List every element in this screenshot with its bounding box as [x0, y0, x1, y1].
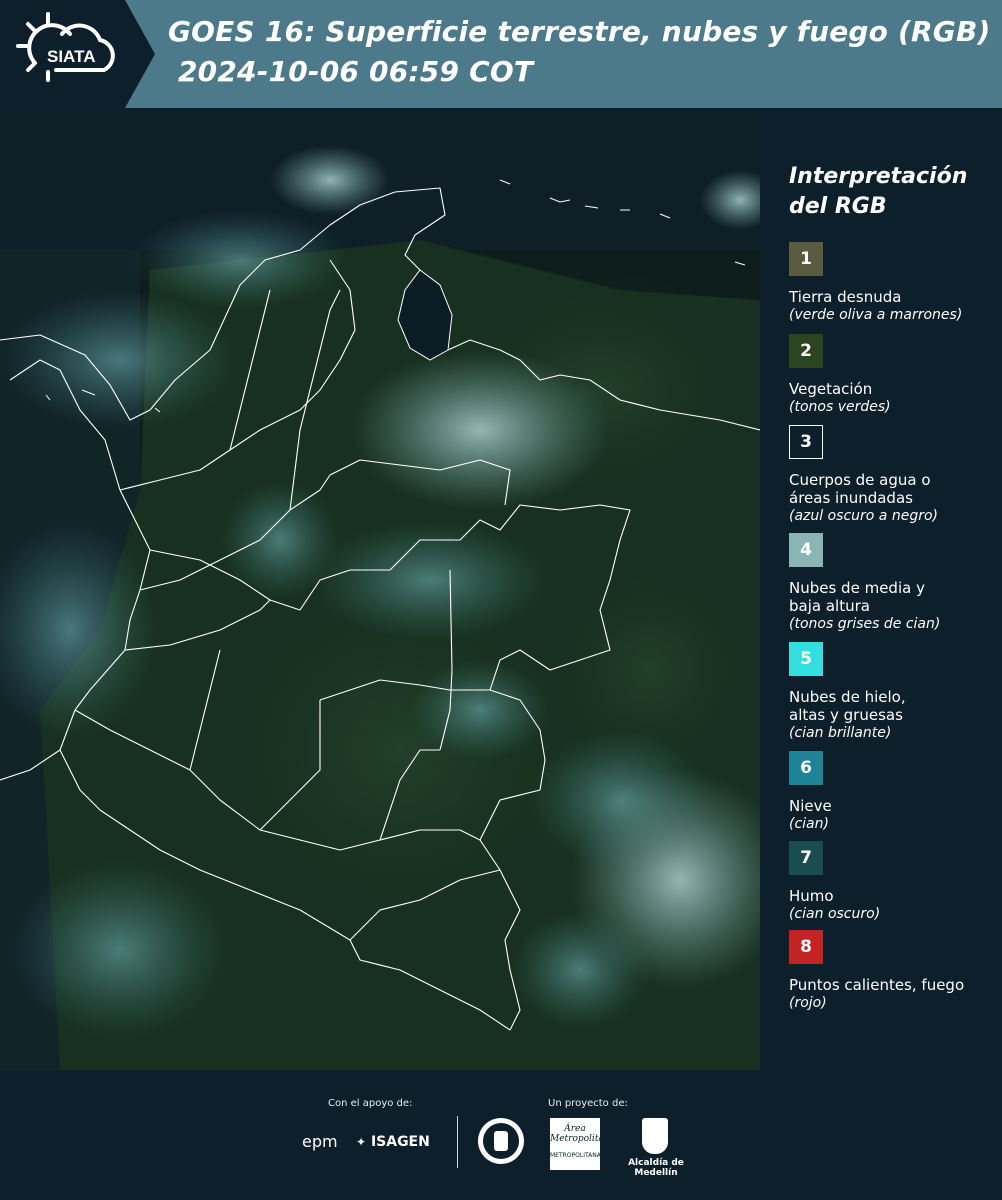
page-title: GOES 16: Superficie terrestre, nubes y f… — [168, 12, 991, 92]
legend-item-fire: 8 Puntos calientes, fuego (rojo) — [789, 930, 994, 1012]
legend-title: Interpretación del RGB — [789, 162, 967, 222]
legend-label-line: áreas inundadas — [789, 489, 913, 507]
legend-swatch: 8 — [789, 930, 823, 964]
rgb-legend: Interpretación del RGB 1 Tierra desnuda … — [762, 110, 1002, 1070]
legend-item-mid-low-clouds: 4 Nubes de media y baja altura (tonos gr… — [789, 533, 994, 633]
alcaldia-text: Alcaldía de Medellín — [628, 1158, 684, 1178]
legend-sub: (tonos verdes) — [789, 399, 891, 415]
svg-text:SIATA: SIATA — [47, 47, 95, 66]
legend-item-water: 3 Cuerpos de agua o áreas inundadas (azu… — [789, 425, 994, 525]
epm-logo: epm — [302, 1132, 338, 1151]
legend-label: Humo — [789, 887, 834, 905]
isagen-icon: ✦ — [356, 1135, 367, 1149]
legend-label: Vegetación — [789, 380, 873, 398]
alcaldia-shield-icon — [642, 1118, 668, 1154]
legend-sub: (tonos grises de cian) — [789, 616, 941, 632]
siata-logo: SIATA — [0, 0, 155, 108]
medellin-seal — [478, 1118, 524, 1164]
legend-title-line-2: del RGB — [789, 194, 887, 219]
legend-label: Cuerpos de agua o áreas inundadas — [789, 471, 994, 507]
legend-sub: (cian oscuro) — [789, 906, 881, 922]
legend-swatch: 3 — [789, 425, 823, 459]
footer-divider — [457, 1116, 458, 1168]
legend-swatch: 6 — [789, 751, 823, 785]
legend-item-bare-soil: 1 Tierra desnuda (verde oliva a marrones… — [789, 242, 994, 324]
area-logo-sub: METROPOLITANA — [550, 1152, 601, 1159]
legend-swatch: 7 — [789, 841, 823, 875]
legend-swatch: 5 — [789, 642, 823, 676]
legend-item-snow: 6 Nieve (cian) — [789, 751, 994, 833]
alcaldia-logo: Alcaldía de Medellín — [610, 1118, 702, 1178]
area-metropolitana-logo: Área Metropolitana METROPOLITANA — [550, 1118, 615, 1170]
legend-sub: (azul oscuro a negro) — [789, 508, 938, 524]
legend-label-line: altas y gruesas — [789, 706, 903, 724]
legend-label-line: Cuerpos de agua o — [789, 471, 931, 489]
satellite-map[interactable] — [0, 110, 760, 1070]
legend-swatch: 2 — [789, 334, 823, 368]
title-timestamp: 2024-10-06 06:59 COT — [178, 55, 534, 88]
project-label: Un proyecto de: — [548, 1098, 628, 1109]
legend-sub: (verde oliva a marrones) — [789, 307, 963, 323]
legend-swatch: 1 — [789, 242, 823, 276]
isagen-text: ISAGEN — [370, 1134, 430, 1150]
header-bar: SIATA GOES 16: Superficie terrestre, nub… — [0, 0, 1002, 108]
legend-label-line: Nubes de media y — [789, 579, 925, 597]
legend-label: Nieve — [789, 797, 832, 815]
area-logo-text: Área Metropolitana — [550, 1124, 615, 1144]
legend-label: Nubes de hielo, altas y gruesas — [789, 688, 994, 724]
legend-label-line: Nubes de hielo, — [789, 688, 906, 706]
footer: Con el apoyo de: Un proyecto de: epm ✦ I… — [0, 1072, 1002, 1200]
support-label: Con el apoyo de: — [328, 1098, 413, 1109]
legend-item-smoke: 7 Humo (cian oscuro) — [789, 841, 994, 923]
isagen-logo: ✦ ISAGEN — [356, 1134, 430, 1150]
legend-item-ice-clouds: 5 Nubes de hielo, altas y gruesas (cian … — [789, 642, 994, 742]
legend-label: Nubes de media y baja altura — [789, 579, 994, 615]
legend-label-line: baja altura — [789, 597, 870, 615]
legend-title-line-1: Interpretación — [789, 164, 968, 189]
legend-label: Tierra desnuda — [789, 288, 902, 306]
legend-sub: (cian brillante) — [789, 725, 892, 741]
legend-label: Puntos calientes, fuego — [789, 976, 965, 994]
legend-swatch: 4 — [789, 533, 823, 567]
legend-item-vegetation: 2 Vegetación (tonos verdes) — [789, 334, 994, 416]
title-line-1: GOES 16: Superficie terrestre, nubes y f… — [168, 15, 991, 48]
legend-sub: (cian) — [789, 816, 829, 832]
legend-sub: (rojo) — [789, 995, 827, 1011]
